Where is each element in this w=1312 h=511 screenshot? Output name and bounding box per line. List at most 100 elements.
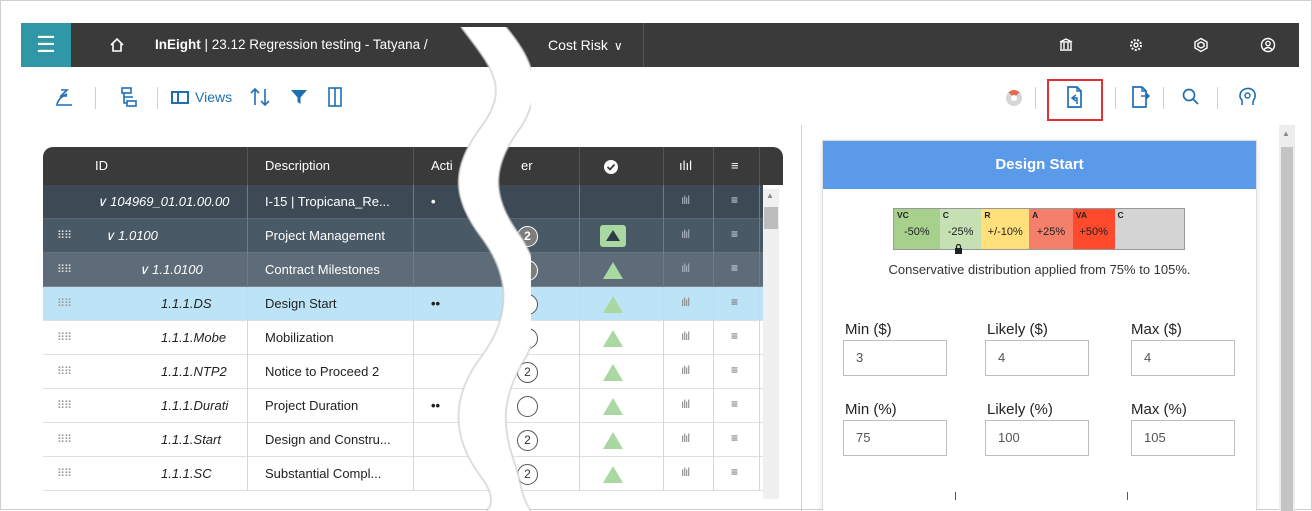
user-icon[interactable] — [1253, 23, 1283, 67]
chart-icon[interactable]: ılıl — [681, 193, 690, 207]
chart-icon[interactable]: ılıl — [681, 431, 690, 445]
likely-percent-field[interactable]: 100 — [985, 420, 1089, 456]
table-row[interactable]: ∨ 104969_01.01.00.00 I-15 | Tropicana_Re.… — [43, 185, 763, 219]
divider — [247, 423, 248, 457]
row-description: Substantial Compl... — [265, 466, 382, 481]
scroll-up-icon[interactable]: ▲ — [766, 191, 774, 200]
table-row[interactable]: ⠿⠿ 1.1.1.SC Substantial Compl... 2 ılıl ≡ — [43, 457, 763, 491]
max-percent-field[interactable]: 105 — [1131, 420, 1235, 456]
drag-handle-icon[interactable]: ⠿⠿ — [57, 253, 77, 287]
row-description: Mobilization — [265, 330, 334, 345]
likely-percent-label: Likely (%) — [987, 401, 1053, 418]
cube-icon[interactable] — [1186, 23, 1216, 67]
distribution-icon[interactable]: ≡ — [731, 363, 738, 377]
chart-icon[interactable]: ılıl — [681, 397, 690, 411]
filter-icon[interactable] — [289, 83, 309, 111]
divider — [413, 147, 414, 185]
row-id: ∨ 104969_01.01.00.00 — [97, 194, 230, 209]
distribution-icon[interactable]: ≡ — [731, 397, 738, 411]
app-frame: ☰ InEight | 23.12 Regression testing - T… — [0, 0, 1312, 511]
grid-scroll-thumb[interactable] — [764, 207, 778, 229]
range-segment[interactable]: VA +50% — [1072, 209, 1115, 249]
range-segment-value: +25% — [1036, 226, 1066, 238]
drag-handle-icon[interactable]: ⠿⠿ — [57, 423, 77, 457]
module-selector[interactable]: Cost Risk ∨ — [548, 23, 623, 67]
sort-icon[interactable] — [249, 83, 271, 111]
row-description: Design Start — [265, 296, 337, 311]
chart-icon[interactable]: ılıl — [681, 465, 690, 479]
torn-paper-divider — [457, 27, 531, 511]
table-row[interactable]: ⠿⠿ 1.1.1.Start Design and Constru... 2 ılıl ≡ — [43, 423, 763, 457]
lock-icon — [954, 243, 963, 256]
distribution-icon[interactable]: ≡ — [731, 465, 738, 479]
row-description: Project Management — [265, 228, 385, 243]
import-distribution-icon[interactable] — [1064, 83, 1084, 111]
gear-icon[interactable] — [1121, 23, 1151, 67]
views-button[interactable]: Views — [171, 83, 232, 111]
range-segment[interactable]: A +25% — [1029, 209, 1073, 249]
distribution-icon[interactable]: ≡ — [731, 295, 738, 309]
chart-icon[interactable]: ılıl — [681, 227, 690, 241]
distribution-icon[interactable]: ≡ — [731, 329, 738, 343]
drag-handle-icon[interactable]: ⠿⠿ — [57, 355, 77, 389]
drag-handle-icon[interactable]: ⠿⠿ — [57, 389, 77, 423]
min-percent-field[interactable]: 75 — [843, 420, 947, 456]
divider — [413, 253, 414, 287]
range-segment[interactable]: R +/-10% — [981, 209, 1030, 249]
grid-scrollbar[interactable] — [763, 189, 779, 499]
divider — [95, 87, 96, 109]
divider — [247, 389, 248, 423]
distribution-range-bar[interactable]: VC -50% C -25% R +/-10% A +25% VA +50% C — [893, 208, 1185, 250]
chart-icon[interactable]: ılıl — [681, 261, 690, 275]
divider — [713, 423, 714, 457]
panel-scroll-thumb[interactable] — [1281, 147, 1293, 511]
column-header-id[interactable]: ID — [95, 147, 108, 185]
divider — [713, 287, 714, 321]
drag-handle-icon[interactable]: ⠿⠿ — [57, 321, 77, 355]
min-dollar-field[interactable]: 3 — [843, 340, 947, 376]
hamburger-icon[interactable]: ☰ — [21, 23, 71, 67]
chart-icon[interactable]: ılıl — [681, 363, 690, 377]
divider — [759, 389, 760, 423]
table-row[interactable]: ⠿⠿ 1.1.1.Durati Project Duration •• ılıl ≡ — [43, 389, 763, 423]
distribution-icon[interactable]: ≡ — [731, 227, 738, 241]
progress-ring-icon — [1006, 90, 1022, 106]
divider — [579, 147, 580, 185]
distribution-icon[interactable]: ≡ — [731, 431, 738, 445]
range-segment[interactable]: VC -50% — [894, 209, 940, 249]
assistant-icon[interactable] — [1237, 83, 1259, 111]
divider — [579, 321, 580, 355]
range-segment-tag: VC — [897, 210, 909, 220]
divider — [759, 457, 760, 491]
table-row[interactable]: ⠿⠿∨ 1.1.0100Contract Milestones2ılıl≡ — [43, 253, 763, 287]
bank-icon[interactable] — [1051, 23, 1081, 67]
column-header-description[interactable]: Description — [265, 147, 330, 185]
divider — [247, 287, 248, 321]
likely-dollar-field[interactable]: 4 — [985, 340, 1089, 376]
app-title[interactable]: InEight | 23.12 Regression testing - Tat… — [155, 23, 428, 67]
table-row[interactable]: ⠿⠿ 1.1.1.DS Design Start •• ılıl ≡ — [43, 287, 763, 321]
grid-header: ID Description Acti er ılıl ≡ — [43, 147, 783, 185]
range-segment[interactable]: C -25% — [939, 209, 982, 249]
table-row[interactable]: ⠿⠿1.1.1.MobeMobilization2ılıl≡ — [43, 321, 763, 355]
hierarchy-icon[interactable] — [119, 83, 139, 111]
distribution-icon[interactable]: ≡ — [731, 193, 738, 207]
chart-icon[interactable]: ılıl — [681, 329, 690, 343]
drag-handle-icon[interactable]: ⠿⠿ — [57, 219, 77, 253]
max-dollar-field[interactable]: 4 — [1131, 340, 1235, 376]
distribution-icon[interactable]: ≡ — [731, 261, 738, 275]
table-row[interactable]: ⠿⠿ ∨ 1.0100 Project Management 2 ılıl ≡ — [43, 219, 763, 253]
range-segment[interactable]: C — [1114, 209, 1185, 249]
columns-icon[interactable] — [327, 83, 343, 111]
search-icon[interactable] — [1181, 83, 1201, 111]
auto-assign-icon[interactable] — [53, 83, 75, 111]
scroll-up-icon[interactable]: ▲ — [1282, 129, 1290, 138]
drag-handle-icon[interactable]: ⠿⠿ — [57, 457, 77, 491]
drag-handle-icon[interactable]: ⠿⠿ — [57, 287, 77, 321]
warning-triangle-icon — [600, 225, 626, 247]
home-icon[interactable] — [105, 23, 129, 67]
chevron-down-icon: ∨ — [613, 39, 623, 53]
chart-icon[interactable]: ılıl — [681, 295, 690, 309]
export-distribution-icon[interactable] — [1129, 83, 1151, 111]
table-row[interactable]: ⠿⠿ 1.1.1.NTP2 Notice to Proceed 2 2 ılıl ≡ — [43, 355, 763, 389]
